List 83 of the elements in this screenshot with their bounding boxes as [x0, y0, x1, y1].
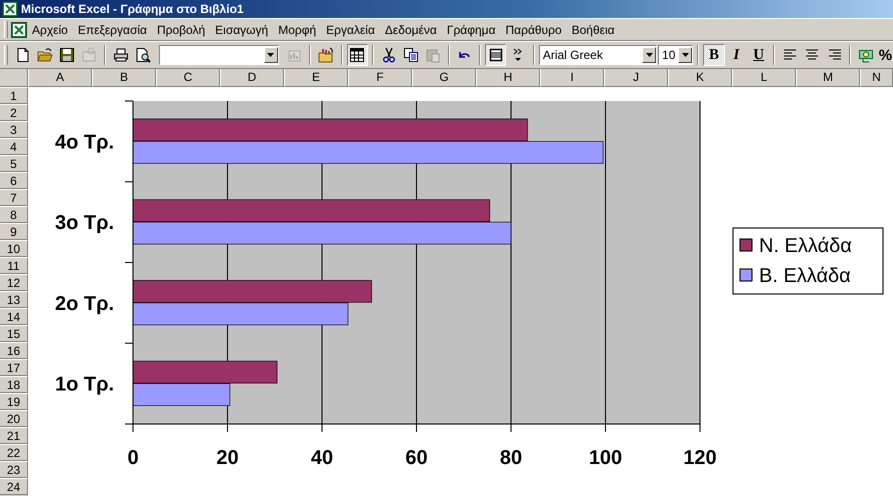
- menu-item[interactable]: Παράθυρο: [500, 20, 567, 38]
- font-dropdown[interactable]: Arial Greek: [538, 45, 658, 65]
- row-header[interactable]: 5: [0, 155, 28, 172]
- tick-label: 0: [127, 447, 139, 469]
- menu-item[interactable]: Δεδομένα: [380, 20, 442, 38]
- menu-item[interactable]: Εργαλεία: [321, 20, 380, 38]
- font-size-dropdown[interactable]: 10: [658, 45, 694, 65]
- row-header[interactable]: 3: [0, 121, 28, 138]
- row-header[interactable]: 11: [0, 257, 28, 274]
- row-header[interactable]: 13: [0, 291, 28, 308]
- banknote-icon: [858, 47, 874, 63]
- column-header[interactable]: B: [92, 69, 156, 87]
- column-header[interactable]: K: [668, 69, 732, 87]
- row-header[interactable]: 12: [0, 274, 28, 291]
- row-header[interactable]: 16: [0, 342, 28, 359]
- tick-label: 100: [588, 447, 622, 469]
- row-header[interactable]: 8: [0, 206, 28, 223]
- column-header[interactable]: N: [860, 69, 893, 87]
- column-header[interactable]: C: [156, 69, 220, 87]
- menu-item[interactable]: Μορφή: [273, 20, 322, 38]
- tick-label: 60: [405, 447, 428, 469]
- tick-label: 120: [683, 447, 717, 469]
- column-header[interactable]: F: [348, 69, 412, 87]
- dropdown-arrow-icon: [646, 53, 653, 57]
- clipboard-icon: [425, 47, 442, 63]
- scissors-icon: [380, 47, 396, 63]
- folder-icon: [36, 47, 53, 63]
- legend-label: Ν. Ελλάδα: [759, 235, 852, 257]
- menu-item[interactable]: Αρχείο: [27, 20, 73, 38]
- chart-sheet-button[interactable]: [346, 44, 368, 66]
- row-header[interactable]: 17: [0, 359, 28, 376]
- folder-icon: [318, 47, 334, 63]
- row-header[interactable]: 6: [0, 172, 28, 189]
- row-header[interactable]: 24: [0, 478, 28, 495]
- copy-icon: [402, 47, 419, 63]
- row-header[interactable]: 10: [0, 240, 28, 257]
- row-header[interactable]: 9: [0, 223, 28, 240]
- column-header[interactable]: G: [412, 69, 476, 87]
- document-icon: [11, 22, 27, 38]
- page-icon: [14, 47, 30, 63]
- column-header[interactable]: I: [540, 69, 604, 87]
- row-header[interactable]: 7: [0, 189, 28, 206]
- tick-label: 20: [216, 447, 239, 469]
- grid-icon: [488, 47, 504, 63]
- row-header[interactable]: 18: [0, 376, 28, 393]
- category-label: 3ο Τρ.: [54, 212, 114, 234]
- tick-label: 40: [310, 447, 334, 469]
- column-header[interactable]: A: [28, 69, 92, 87]
- row-header[interactable]: 15: [0, 325, 28, 342]
- menu-item[interactable]: Γράφημα: [442, 20, 501, 38]
- dropdown-arrow-icon: [682, 53, 689, 57]
- row-header[interactable]: 1: [0, 87, 28, 104]
- row-header[interactable]: 23: [0, 461, 28, 478]
- bold-button[interactable]: B: [703, 44, 725, 66]
- column-header[interactable]: M: [796, 69, 860, 87]
- menu-item[interactable]: Προβολή: [152, 20, 210, 38]
- row-header[interactable]: 21: [0, 427, 28, 444]
- column-header[interactable]: L: [732, 69, 796, 87]
- row-header[interactable]: 20: [0, 410, 28, 427]
- table-icon: [349, 47, 366, 63]
- row-header[interactable]: 2: [0, 104, 28, 121]
- window-title: Microsoft Excel - Γράφημα στο Βιβλίο1: [21, 2, 244, 16]
- column-header[interactable]: D: [220, 69, 284, 87]
- column-header[interactable]: J: [604, 69, 668, 87]
- category-label: 4ο Τρ.: [54, 131, 114, 154]
- column-header[interactable]: E: [284, 69, 348, 87]
- style-dropdown[interactable]: [158, 45, 279, 65]
- row-header[interactable]: 19: [0, 393, 28, 410]
- borders-button[interactable]: [485, 44, 506, 66]
- dropdown-arrow-icon: [267, 53, 274, 57]
- tick-label: 80: [500, 447, 522, 469]
- row-header[interactable]: 14: [0, 308, 28, 325]
- menu-item[interactable]: Εισαγωγή: [210, 20, 274, 38]
- row-header[interactable]: 4: [0, 138, 28, 155]
- legend-label: Β. Ελλάδα: [759, 265, 851, 287]
- column-header[interactable]: H: [476, 69, 540, 87]
- category-label: 2ο Τρ.: [54, 292, 114, 315]
- menu-item[interactable]: Βοήθεια: [566, 20, 620, 38]
- magnifier-page-icon: [135, 47, 152, 63]
- printer-icon: [112, 47, 129, 63]
- menu-item[interactable]: Επεξεργασία: [72, 20, 152, 38]
- row-header[interactable]: 22: [0, 444, 28, 461]
- category-label: 1ο Τρ.: [54, 374, 114, 396]
